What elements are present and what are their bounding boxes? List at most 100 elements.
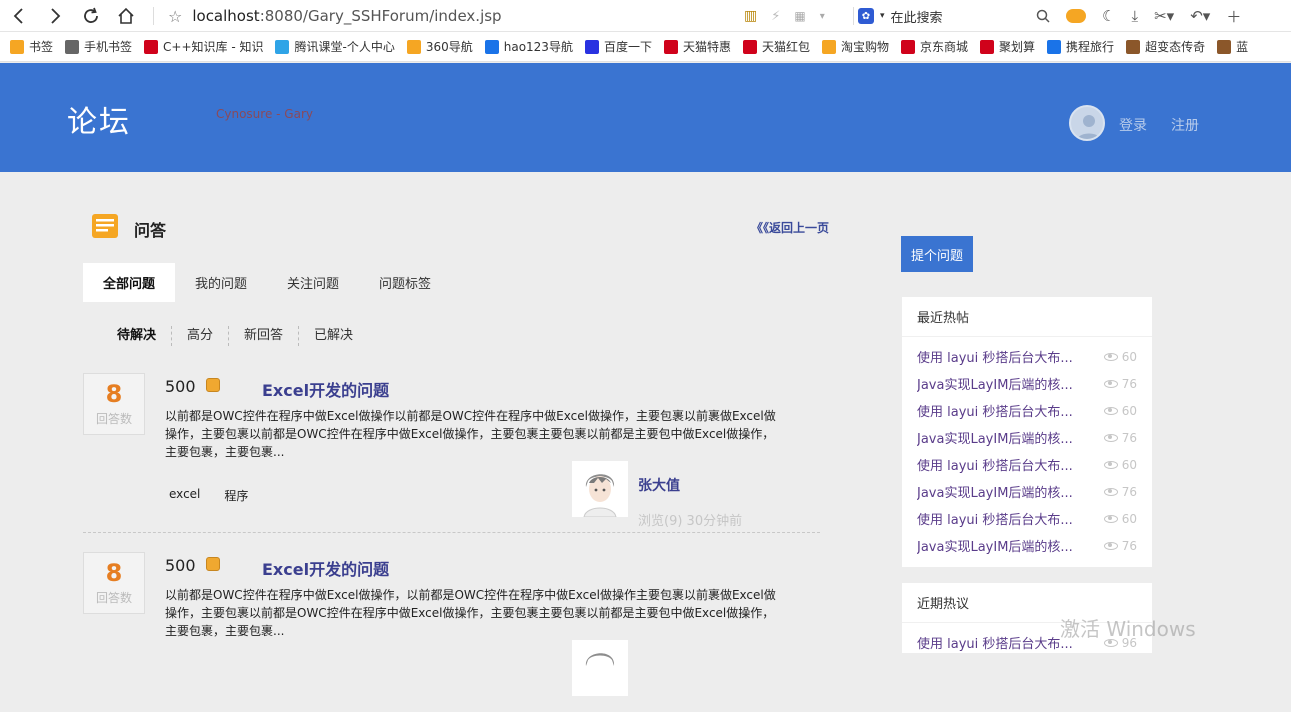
bookmark-item[interactable]: 超变态传奇: [1126, 38, 1205, 55]
taobao-icon: [822, 39, 836, 54]
back-link[interactable]: 《《返回上一页: [751, 219, 829, 236]
eye-icon: [1103, 433, 1118, 442]
author-name[interactable]: 张大值: [638, 475, 680, 495]
reload-button[interactable]: [78, 3, 104, 29]
answer-count: 8: [105, 559, 123, 587]
bookmark-item[interactable]: 天猫红包: [742, 38, 810, 55]
hot-post-link[interactable]: 使用 layui 秒搭后台大布...: [917, 455, 1087, 474]
bookmark-label: 京东商城: [920, 40, 969, 54]
url-path: :8080/Gary_SSHForum/index.jsp: [259, 7, 502, 25]
bookmark-item[interactable]: 京东商城: [901, 38, 968, 55]
eye-icon: [1103, 487, 1118, 496]
question-excerpt: 以前都是OWC控件在程序中做Excel做操作以前都是OWC控件在程序中做Exce…: [165, 409, 776, 459]
bookmark-item[interactable]: 淘宝购物: [822, 38, 889, 55]
bookmark-item[interactable]: 腾讯课堂-个人中心: [275, 38, 395, 55]
bookmark-item[interactable]: 360导航: [406, 38, 473, 55]
bookmark-item[interactable]: 携程旅行: [1047, 38, 1114, 55]
view-count: 76: [1103, 539, 1137, 553]
question-tags: excel 程序: [169, 487, 248, 504]
hot-post-link[interactable]: Java实现LayIM后端的核...: [917, 428, 1087, 447]
hot-post-link[interactable]: 使用 layui 秒搭后台大布...: [917, 509, 1087, 528]
bookmark-item[interactable]: 蓝: [1217, 38, 1248, 55]
download-icon[interactable]: ⤓: [1131, 7, 1138, 25]
bookmark-label: 书签: [29, 40, 54, 54]
dropdown-icon[interactable]: ▾: [820, 11, 825, 22]
hot-post-item: 使用 layui 秒搭后台大布... 60: [917, 397, 1137, 424]
home-button[interactable]: [113, 3, 139, 29]
tag-excel[interactable]: excel: [169, 487, 200, 504]
eye-icon: [1103, 460, 1118, 469]
moon-icon[interactable]: ☾: [1102, 7, 1115, 25]
search-icon[interactable]: [1036, 9, 1050, 23]
filter-high-score[interactable]: 高分: [172, 326, 230, 346]
bookmark-item[interactable]: hao123导航: [484, 38, 573, 55]
tag-program[interactable]: 程序: [224, 487, 248, 504]
site-logo[interactable]: 论坛: [67, 97, 131, 141]
hot-post-link[interactable]: Java实现LayIM后端的核...: [917, 536, 1087, 555]
question-title[interactable]: Excel开发的问题: [262, 377, 389, 401]
bookmark-item[interactable]: 手机书签: [65, 38, 132, 55]
bookmark-item[interactable]: 聚划算: [980, 38, 1035, 55]
qrcode-icon[interactable]: ▦: [794, 9, 805, 23]
star-icon: [10, 39, 24, 54]
baidu-icon: [584, 39, 599, 54]
hot-post-item: Java实现LayIM后端的核... 76: [917, 478, 1137, 505]
site-sub-logo: Cynosure - Gary: [216, 107, 313, 121]
bookmark-label: 天猫红包: [761, 40, 810, 54]
view-count-number: 60: [1121, 349, 1137, 364]
view-count: 60: [1103, 349, 1137, 364]
back-button[interactable]: [6, 3, 32, 29]
author-avatar[interactable]: [572, 461, 628, 517]
scissors-icon[interactable]: ✂▾: [1154, 7, 1174, 25]
hot-post-item: Java实现LayIM后端的核... 76: [917, 370, 1137, 397]
bookmark-label: C++知识库 - 知识: [163, 40, 264, 54]
filter-new-answers[interactable]: 新回答: [229, 326, 300, 346]
eye-icon: [1103, 352, 1118, 361]
login-link[interactable]: 登录: [1119, 115, 1147, 135]
tab-all-questions[interactable]: 全部问题: [83, 263, 176, 302]
bolt-icon[interactable]: ⚡: [771, 9, 780, 24]
hot-post-link[interactable]: 使用 layui 秒搭后台大布...: [917, 401, 1087, 420]
ask-question-button[interactable]: 提个问题: [901, 236, 973, 272]
new-tab-icon[interactable]: ＋: [1226, 6, 1241, 27]
site-header: 论坛 Cynosure - Gary 登录 注册: [0, 63, 1291, 172]
question-title[interactable]: Excel开发的问题: [262, 556, 389, 580]
url-field[interactable]: ☆ localhost:8080/Gary_SSHForum/index.jsp: [168, 4, 502, 28]
question-excerpt: 以前都是OWC控件在程序中做Excel做操作，以前都是OWC控件在程序中做Exc…: [165, 588, 776, 638]
hot-post-item: Java实现LayIM后端的核... 76: [917, 424, 1137, 451]
reward-amount: 500: [165, 377, 196, 396]
undo-icon[interactable]: ↶▾: [1190, 7, 1210, 25]
bookmark-star-icon[interactable]: ☆: [168, 7, 182, 26]
answer-count-box: 8 回答数: [83, 373, 145, 435]
browser-address-bar: ☆ localhost:8080/Gary_SSHForum/index.jsp…: [0, 0, 1291, 32]
hot-post-link[interactable]: Java实现LayIM后端的核...: [917, 374, 1087, 393]
tab-question-tags[interactable]: 问题标签: [359, 263, 451, 302]
hot-post-item: 使用 layui 秒搭后台大布... 60: [917, 343, 1137, 370]
register-link[interactable]: 注册: [1171, 115, 1199, 135]
filter-solved[interactable]: 已解决: [299, 326, 368, 346]
eye-icon: [1103, 379, 1118, 388]
bookmark-item[interactable]: 天猫特惠: [663, 38, 731, 55]
forward-button[interactable]: [42, 3, 68, 29]
bookmark-label: 手机书签: [84, 40, 133, 54]
tab-my-questions[interactable]: 我的问题: [175, 263, 267, 302]
reward: 500: [165, 377, 220, 396]
tab-followed-questions[interactable]: 关注问题: [267, 263, 359, 302]
user-avatar-icon[interactable]: [1069, 105, 1105, 141]
reader-mode-icon[interactable]: ▥: [744, 8, 757, 24]
gamepad-icon[interactable]: [1066, 9, 1086, 23]
game-icon: [1217, 39, 1232, 54]
view-count-number: 60: [1121, 403, 1137, 418]
bookmark-item[interactable]: C++知识库 - 知识: [144, 38, 263, 55]
bookmark-item[interactable]: 书签: [10, 38, 53, 55]
hot-post-link[interactable]: 使用 layui 秒搭后台大布...: [917, 347, 1087, 366]
bookmark-item[interactable]: 百度一下: [584, 38, 652, 55]
filter-unsolved[interactable]: 待解决: [117, 326, 173, 346]
hot-post-link[interactable]: Java实现LayIM后端的核...: [917, 482, 1087, 501]
hao123-icon: [484, 39, 499, 54]
author-avatar[interactable]: [572, 640, 628, 696]
windows-activation-watermark: 激活 Windows: [1060, 617, 1196, 641]
eye-icon: [1103, 406, 1118, 415]
bookmark-label: 蓝: [1236, 40, 1249, 54]
chevron-down-icon[interactable]: ▾: [880, 11, 885, 21]
